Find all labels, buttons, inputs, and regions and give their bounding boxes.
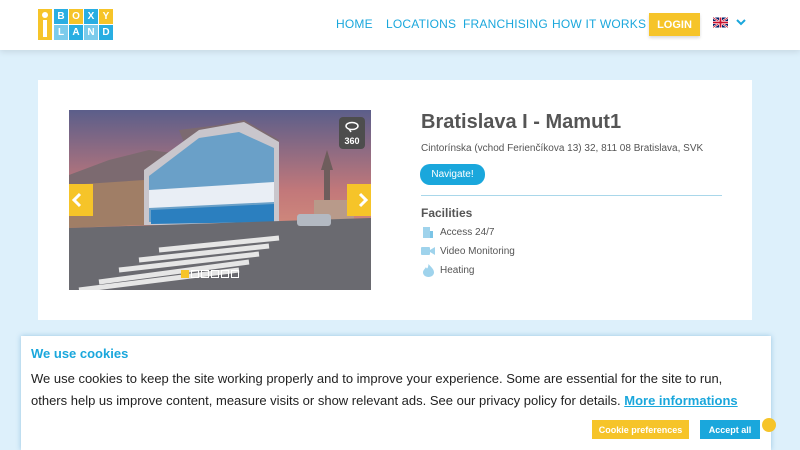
nav-franchising[interactable]: FRANCHISING bbox=[463, 17, 548, 31]
navigate-button[interactable]: Navigate! bbox=[420, 164, 485, 185]
chevron-right-icon bbox=[358, 192, 369, 208]
rotate-360-icon bbox=[345, 121, 359, 133]
door-access-icon bbox=[421, 225, 435, 239]
location-photo bbox=[69, 110, 371, 290]
view-360-button[interactable]: 360 bbox=[339, 117, 365, 149]
logo-letter: Y bbox=[99, 9, 113, 24]
logo-letter: A bbox=[69, 25, 83, 40]
logo-letter: X bbox=[84, 9, 98, 24]
video-camera-icon bbox=[421, 244, 435, 258]
facility-label: Video Monitoring bbox=[440, 245, 515, 257]
facility-item: Access 24/7 bbox=[421, 225, 494, 239]
boxyland-logo[interactable]: B O X Y L A N D bbox=[38, 9, 113, 40]
chevron-down-icon bbox=[736, 19, 746, 26]
logo-letter: O bbox=[69, 9, 83, 24]
nav-locations[interactable]: LOCATIONS bbox=[386, 17, 456, 31]
cookie-banner: We use cookies We use cookies to keep th… bbox=[21, 336, 771, 450]
divider bbox=[421, 195, 722, 196]
cookie-text-block: We use cookies to keep the site working … bbox=[31, 368, 761, 412]
logo-letters: B O X Y L A N D bbox=[54, 9, 113, 40]
facilities-heading: Facilities bbox=[421, 206, 473, 220]
nav-how-it-works[interactable]: HOW IT WORKS bbox=[552, 17, 646, 31]
site-header: B O X Y L A N D HOME LOCATIONS FRANCHISI… bbox=[0, 0, 800, 50]
nav-home[interactable]: HOME bbox=[336, 17, 373, 31]
gallery-dot[interactable] bbox=[181, 270, 189, 278]
location-photo-gallery[interactable]: 360 bbox=[69, 110, 371, 290]
facility-item: Video Monitoring bbox=[421, 244, 515, 258]
gallery-dot[interactable] bbox=[191, 270, 199, 278]
logo-letter: N bbox=[84, 25, 98, 40]
cookie-text: We use cookies to keep the site working … bbox=[31, 371, 723, 408]
gallery-dot[interactable] bbox=[211, 270, 219, 278]
logo-figure-icon bbox=[38, 9, 52, 40]
logo-letter: D bbox=[99, 25, 113, 40]
gallery-dot[interactable] bbox=[231, 270, 239, 278]
location-address: Cintorínska (vchod Ferienčíkova 13) 32, … bbox=[421, 143, 704, 154]
gallery-dot[interactable] bbox=[201, 270, 209, 278]
logo-letter: B bbox=[54, 9, 68, 24]
flame-icon bbox=[421, 263, 435, 277]
badge-360-label: 360 bbox=[344, 136, 360, 146]
chevron-left-icon bbox=[71, 192, 82, 208]
uk-flag-icon bbox=[713, 17, 728, 28]
gallery-next-button[interactable] bbox=[347, 184, 371, 216]
facility-label: Heating bbox=[440, 264, 475, 276]
cookie-title: We use cookies bbox=[31, 346, 129, 361]
location-title: Bratislava I - Mamut1 bbox=[421, 111, 622, 133]
accept-all-button[interactable]: Accept all bbox=[700, 420, 760, 439]
gallery-prev-button[interactable] bbox=[69, 184, 93, 216]
gallery-dots bbox=[181, 270, 239, 278]
language-selector[interactable] bbox=[713, 17, 746, 28]
facility-item: Heating bbox=[421, 263, 474, 277]
logo-letter: L bbox=[54, 25, 68, 40]
gallery-dot[interactable] bbox=[221, 270, 229, 278]
facility-label: Access 24/7 bbox=[440, 226, 495, 238]
location-card: 360 Bratislava I - Mamut1 Cintorínska (v… bbox=[38, 80, 752, 320]
cookie-preferences-button[interactable]: Cookie preferences bbox=[592, 420, 689, 439]
login-button[interactable]: LOGIN bbox=[649, 13, 700, 36]
chat-bubble-icon[interactable] bbox=[762, 418, 776, 432]
more-info-link[interactable]: More informations bbox=[624, 393, 737, 408]
